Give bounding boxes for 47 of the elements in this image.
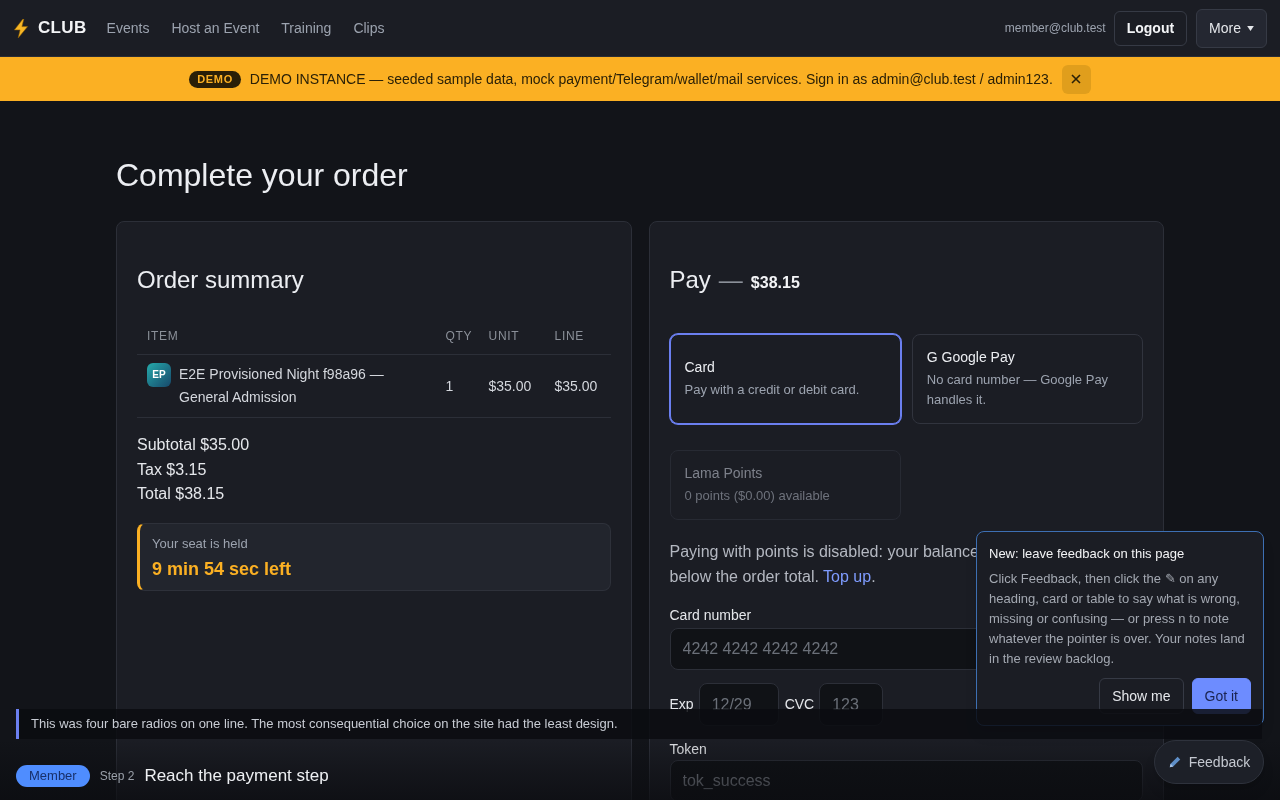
step-number: Step 2: [99, 768, 135, 785]
close-icon: [1071, 74, 1082, 84]
card-heading: Pay: [669, 265, 711, 295]
countdown-text: 9 min 54 sec left: [152, 557, 292, 581]
column-header: ITEM: [137, 318, 436, 355]
field-label: Card number: [669, 606, 752, 625]
dash-separator: —: [718, 265, 743, 295]
table-cell: $35.00: [478, 354, 545, 418]
table-cell: 1: [435, 354, 479, 418]
tooltip-title: New: leave feedback on this page: [989, 545, 1186, 563]
total-line: Total $38.15: [137, 484, 225, 504]
pencil-icon: [1167, 755, 1182, 769]
card-heading: Order summary: [137, 265, 304, 295]
token-field[interactable]: tok_success: [669, 760, 1143, 800]
close-button[interactable]: [1061, 64, 1091, 94]
role-badge: Member: [16, 765, 90, 787]
column-header: UNIT: [478, 318, 545, 355]
nav-link[interactable]: Clips: [353, 17, 385, 39]
payment-option[interactable]: G Google Pay No card number — Google Pay handles it.: [911, 334, 1143, 424]
payment-option[interactable]: Card Pay with a credit or debit card.: [669, 334, 901, 424]
lightning-bolt-icon: [13, 18, 29, 38]
hold-label: Your seat is held: [152, 534, 248, 553]
column-header: LINE: [544, 318, 611, 355]
step-title: Reach the payment step: [144, 765, 329, 788]
caret-icon: [1247, 25, 1254, 31]
annotation-toast: This was four bare radios on one line. The most consequential choice on the site had the least design.: [16, 709, 1262, 739]
item-name: E2E Provisioned Night f98a96 — General Admission: [179, 365, 385, 407]
banner-text: DEMO INSTANCE — seeded sample data, mock payment/Telegram/wallet/mail services. Sign in as admin@club.test / admin123.: [249, 69, 1053, 89]
more-menu-button[interactable]: More: [1196, 8, 1267, 48]
home-logo-link[interactable]: CLUB: [13, 15, 87, 41]
user-email: member@club.test: [1004, 20, 1106, 37]
page-title: Complete your order: [116, 156, 408, 195]
field-label: Token: [669, 740, 707, 759]
total-line: Tax $3.15: [137, 459, 207, 480]
logout-button[interactable]: Logout: [1113, 10, 1188, 46]
feedback-button[interactable]: Feedback: [1154, 740, 1264, 784]
order-amount: $38.15: [750, 273, 800, 293]
nav-link[interactable]: Host an Event: [171, 17, 260, 39]
total-line: Subtotal $35.00: [137, 435, 250, 455]
demo-badge: DEMO: [189, 70, 241, 88]
points-disabled-notice: Paying with points is disabled: your balance below the order total. Top up.: [669, 542, 979, 587]
table-cell: $35.00: [544, 354, 611, 418]
top-up-link[interactable]: Top up: [823, 568, 872, 585]
column-header: QTY: [435, 318, 479, 355]
nav-link[interactable]: Events: [106, 17, 150, 39]
event-thumbnail: EP: [147, 363, 171, 387]
nav-link[interactable]: Training: [281, 17, 332, 39]
